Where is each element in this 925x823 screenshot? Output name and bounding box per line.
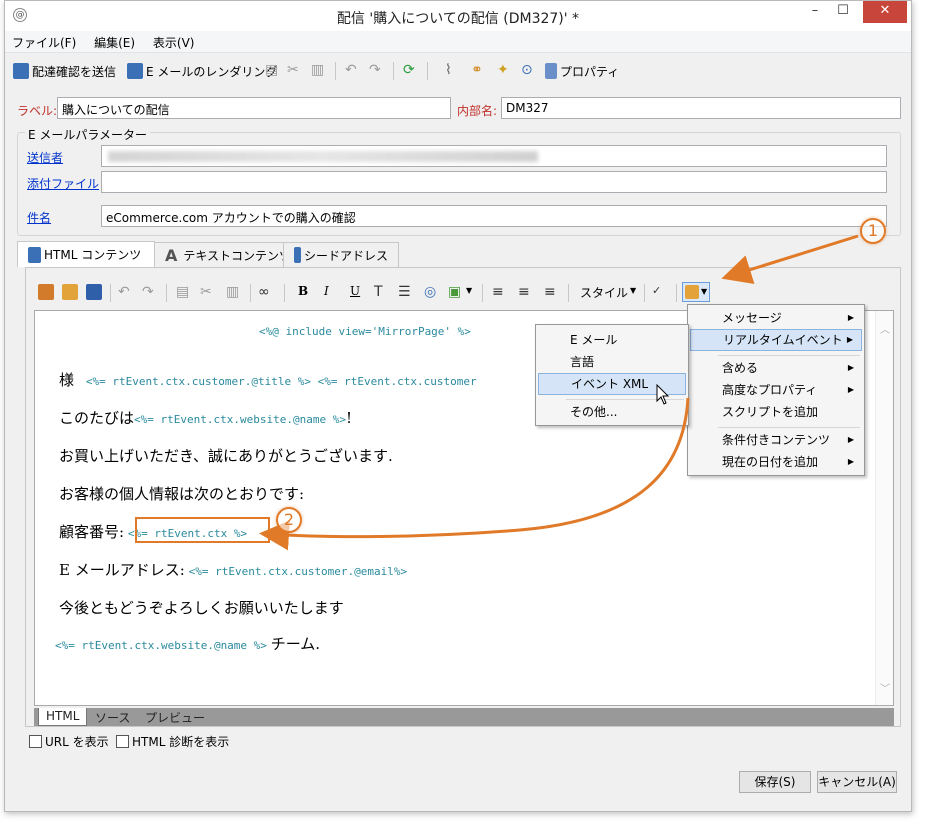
callout-one: 1 [860, 218, 886, 244]
callout-two: 2 [276, 507, 302, 533]
annotation-arrows [259, 234, 859, 551]
